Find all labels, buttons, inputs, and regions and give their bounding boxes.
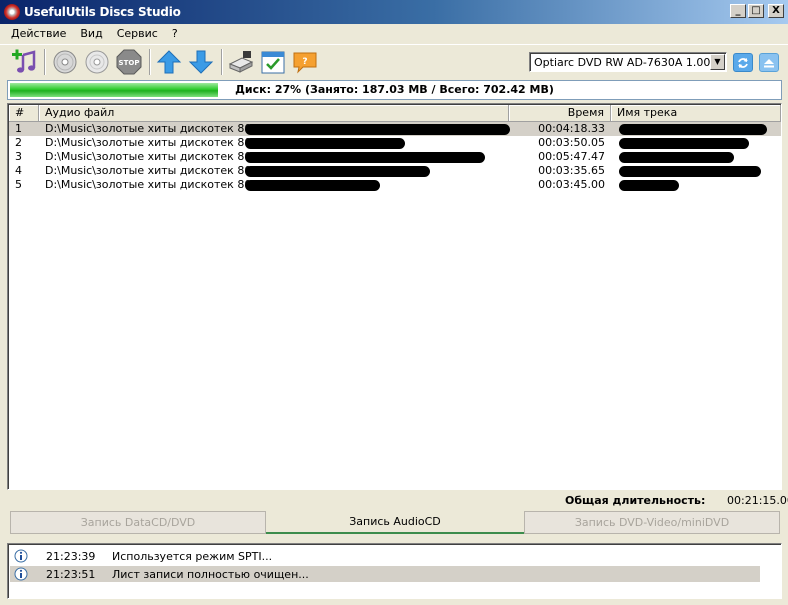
disc-erase-icon[interactable]	[83, 48, 111, 76]
table-row[interactable]: 1 D:\Music\золотые хиты дискотек 80-х\ 00:…	[9, 122, 781, 136]
row-time: 00:03:50.05	[538, 136, 605, 149]
menu-view[interactable]: Вид	[73, 27, 109, 40]
redaction-mark	[619, 138, 749, 149]
window-title: UsefulUtils Discs Studio	[24, 5, 181, 19]
log-message: Используется режим SPTI...	[112, 549, 273, 563]
row-time: 00:03:35.65	[538, 164, 605, 177]
table-row[interactable]: 3 D:\Music\золотые хиты дискотек 80-х\ 00:…	[9, 150, 781, 164]
refresh-icon[interactable]	[733, 53, 753, 72]
svg-text:?: ?	[302, 57, 307, 67]
row-number: 2	[15, 136, 22, 149]
log-message: Лист записи полностью очищен...	[112, 567, 309, 581]
redaction-mark	[619, 166, 761, 177]
chevron-down-icon[interactable]: ▼	[710, 54, 725, 70]
minimize-button[interactable]: _	[730, 4, 746, 18]
menu-action[interactable]: Действие	[4, 27, 73, 40]
log-time: 21:23:39	[46, 549, 96, 563]
chat-icon[interactable]: ?	[291, 48, 319, 76]
stop-icon[interactable]: STOP	[115, 48, 143, 76]
column-track-name[interactable]: Имя трека	[611, 105, 781, 122]
track-list[interactable]: # Аудио файл Время Имя трека 1 D:\Music\з…	[7, 103, 782, 490]
menu-help[interactable]: ?	[165, 27, 185, 40]
redaction-mark	[619, 124, 767, 135]
menu-service[interactable]: Сервис	[110, 27, 165, 40]
info-icon	[14, 549, 28, 563]
column-time[interactable]: Время	[509, 105, 611, 122]
log-entry: 21:23:39 Используется режим SPTI...	[10, 548, 760, 564]
list-header: # Аудио файл Время Имя трека	[9, 105, 781, 122]
maximize-button[interactable]: □	[748, 4, 764, 18]
toolbar: STOP ? Optiarc DVD RW AD-7630A 1.00 ▼	[0, 44, 788, 78]
redaction-mark	[245, 166, 430, 177]
toolbar-separator	[149, 49, 151, 75]
total-duration-value: 00:21:15.00	[727, 494, 788, 507]
row-time: 00:03:45.00	[538, 178, 605, 191]
title-bar: UsefulUtils Discs Studio _ □ X	[0, 0, 788, 24]
column-number[interactable]: #	[9, 105, 39, 122]
tab-audio-cd[interactable]: Запись AudioCD	[266, 511, 524, 534]
tab-dvd-video[interactable]: Запись DVD-Video/miniDVD	[524, 511, 780, 534]
menu-bar: Действие Вид Сервис ?	[0, 24, 788, 42]
row-time: 00:04:18.33	[538, 122, 605, 135]
calendar-icon[interactable]	[259, 48, 287, 76]
disc-icon[interactable]	[51, 48, 79, 76]
log-entry: 21:23:51 Лист записи полностью очищен...	[10, 566, 760, 582]
row-number: 1	[15, 122, 22, 135]
drive-select-value: Optiarc DVD RW AD-7630A 1.00	[534, 56, 711, 69]
disk-usage-text: Диск: 27% (Занято: 187.03 MB / Всего: 70…	[235, 83, 554, 96]
total-duration-label: Общая длительность:	[565, 494, 706, 507]
window-controls: _ □ X	[730, 4, 784, 18]
disk-usage-bar: Диск: 27% (Занято: 187.03 MB / Всего: 70…	[7, 80, 782, 100]
toolbar-separator	[221, 49, 223, 75]
move-up-icon[interactable]	[155, 48, 183, 76]
move-down-icon[interactable]	[187, 48, 215, 76]
app-disc-icon	[4, 4, 20, 20]
redaction-mark	[619, 152, 734, 163]
tab-data-cd-dvd[interactable]: Запись DataCD/DVD	[10, 511, 266, 534]
table-row[interactable]: 2 D:\Music\золотые хиты дискотек 80-х\ 00:…	[9, 136, 781, 150]
row-number: 5	[15, 178, 22, 191]
redaction-mark	[619, 180, 679, 191]
column-audio-file[interactable]: Аудио файл	[39, 105, 509, 122]
close-button[interactable]: X	[768, 4, 784, 18]
eject-icon[interactable]	[759, 53, 779, 72]
info-icon	[14, 567, 28, 581]
table-row[interactable]: 5 D:\Music\золотые хиты дискотек 80-х\ 00:…	[9, 178, 781, 192]
log-time: 21:23:51	[46, 567, 96, 581]
drive-icon[interactable]	[227, 48, 255, 76]
redaction-mark	[245, 138, 405, 149]
svg-text:STOP: STOP	[119, 59, 140, 67]
list-rows: 1 D:\Music\золотые хиты дискотек 80-х\ 00:…	[9, 122, 781, 192]
row-time: 00:05:47.47	[538, 150, 605, 163]
redaction-mark	[245, 124, 510, 135]
redaction-mark	[245, 180, 380, 191]
redaction-mark	[245, 152, 485, 163]
row-number: 3	[15, 150, 22, 163]
table-row[interactable]: 4 D:\Music\золотые хиты дискотек 80-х\ 00:…	[9, 164, 781, 178]
toolbar-separator	[44, 49, 46, 75]
log-panel[interactable]: 21:23:39 Используется режим SPTI... 21:2…	[7, 543, 782, 599]
add-music-icon[interactable]	[10, 48, 38, 76]
drive-select[interactable]: Optiarc DVD RW AD-7630A 1.00 ▼	[529, 52, 727, 72]
row-number: 4	[15, 164, 22, 177]
